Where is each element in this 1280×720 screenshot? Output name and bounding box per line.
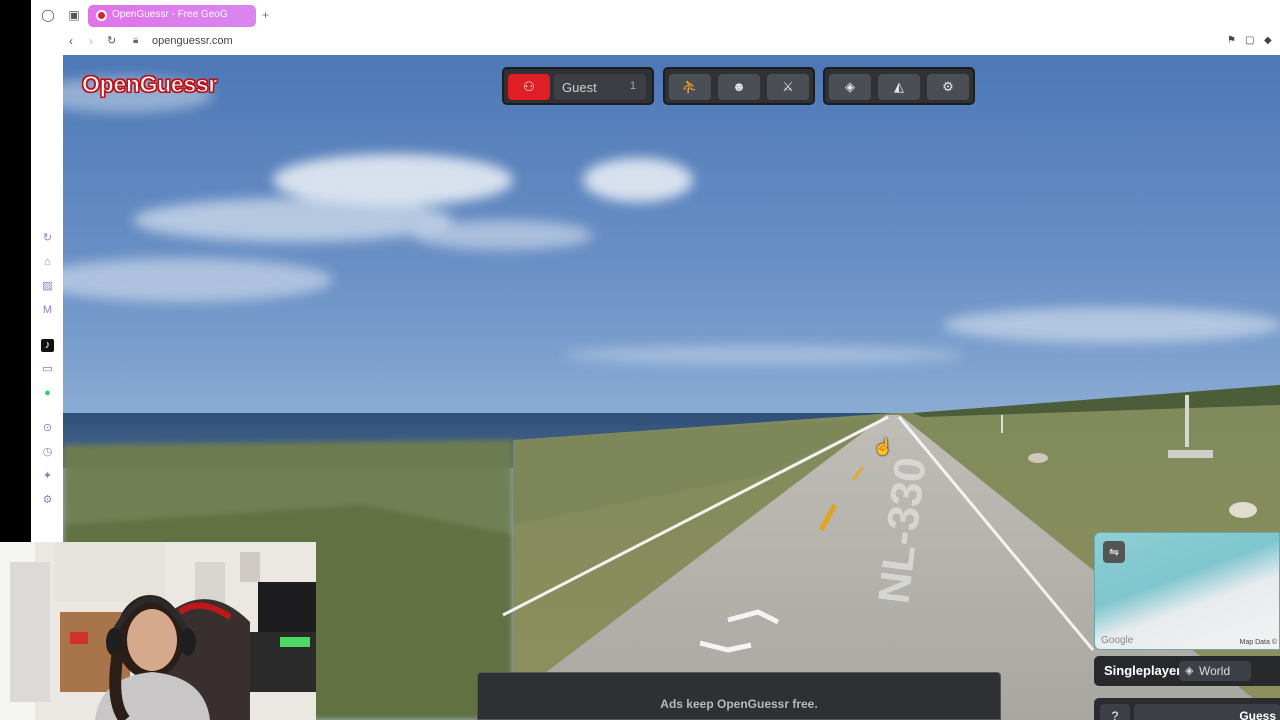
mode-label: Singleplayer [1104, 663, 1182, 678]
party-icon[interactable]: ☻ [718, 74, 760, 100]
map-select-chip[interactable]: ◈ World [1179, 661, 1251, 681]
messenger-m-icon[interactable]: M [41, 304, 54, 317]
bookmark-icon[interactable]: ⚑ [1227, 35, 1239, 47]
browser-sidebar: ↻ ⌂ ▨ M ♪ ▭ ● ⊙ ◷ ✦ ⚙ [31, 55, 63, 542]
google-logo: Google [1101, 635, 1134, 646]
tab-title: OpenGuessr - Free GeoG [112, 9, 228, 20]
help-button[interactable]: ? [1100, 704, 1130, 720]
forward-icon[interactable]: › [89, 34, 93, 48]
mouse-cursor-icon: ☝ [873, 439, 893, 456]
snapshot-icon[interactable]: ▢ [1245, 35, 1257, 47]
player-icon[interactable]: ⊙ [41, 422, 54, 435]
address-bar: ‹ › ↻ 🔒︎ openguessr.com ⚑ ▢ ◆ [31, 31, 1280, 55]
maps-icon[interactable]: ◈ [829, 74, 871, 100]
guess-button[interactable]: Guess [1134, 704, 1280, 720]
new-tab-button[interactable]: + [262, 8, 269, 22]
whatsapp-icon[interactable]: ● [41, 387, 54, 400]
settings-icon[interactable]: ⚙ [41, 494, 54, 507]
learn-icon[interactable]: ◭ [878, 74, 920, 100]
twitch-icon[interactable]: ▭ [41, 363, 54, 376]
settings-icon[interactable]: ⚙ [927, 74, 969, 100]
lock-icon: 🔒︎ [133, 35, 139, 46]
game-modes-toolbar: ⛹ ☻ ⚔ [663, 67, 815, 105]
player-toolbar: ⚇ Guest 1 [502, 67, 654, 105]
tiktok-icon[interactable]: ♪ [41, 339, 54, 352]
multiplayer-icon[interactable]: ⛹ [669, 74, 711, 100]
guess-bar: ? Guess [1094, 698, 1280, 720]
vpn-icon[interactable]: ◆ [1264, 35, 1276, 47]
crypto-wallet-icon[interactable]: ⌂ [41, 256, 54, 269]
minimap-settings-icon[interactable]: ⇋ [1103, 541, 1125, 563]
guest-account-box[interactable]: Guest 1 [554, 74, 646, 100]
back-icon[interactable]: ‹ [69, 34, 73, 48]
url-field[interactable]: openguessr.com [152, 35, 233, 47]
history-icon[interactable]: ◷ [41, 446, 54, 459]
guest-level: 1 [629, 80, 636, 92]
browser-tab-bar: ◯ ▣ OpenGuessr - Free GeoG + [31, 0, 1280, 31]
battle-icon[interactable]: ⚔ [767, 74, 809, 100]
workspaces-icon[interactable]: ▨ [41, 280, 54, 293]
aria-icon[interactable]: ↻ [41, 232, 54, 245]
ad-banner: Ads keep OpenGuessr free. [477, 672, 1001, 720]
map-data-attribution: Map Data © [1239, 639, 1277, 646]
guest-name: Guest [562, 80, 597, 95]
map-chip-label: World [1199, 664, 1231, 678]
layers-icon: ◈ [1185, 665, 1194, 677]
webcam-feed [0, 542, 316, 720]
webcam-overlay [0, 542, 316, 720]
ad-text: Ads keep OpenGuessr free. [660, 697, 818, 711]
opera-menu-icon[interactable]: ◯ [41, 8, 55, 22]
opengeussr-favicon-icon [96, 10, 107, 21]
reload-icon[interactable]: ↻ [107, 34, 116, 47]
tab-islands-icon[interactable]: ▣ [67, 8, 81, 22]
guess-minimap[interactable]: ⇋ Google Map Data © [1094, 532, 1280, 650]
options-toolbar: ◈ ◭ ⚙ [823, 67, 975, 105]
opengeussr-logo[interactable]: OpenGuessr [81, 71, 217, 98]
browser-tab[interactable]: OpenGuessr - Free GeoG [88, 5, 256, 27]
add-user-icon[interactable]: ⚇ [508, 74, 550, 100]
clouds [63, 77, 1280, 365]
extensions-icon[interactable]: ✦ [41, 470, 54, 483]
mode-bar: Singleplayer ◈ World [1094, 656, 1280, 686]
